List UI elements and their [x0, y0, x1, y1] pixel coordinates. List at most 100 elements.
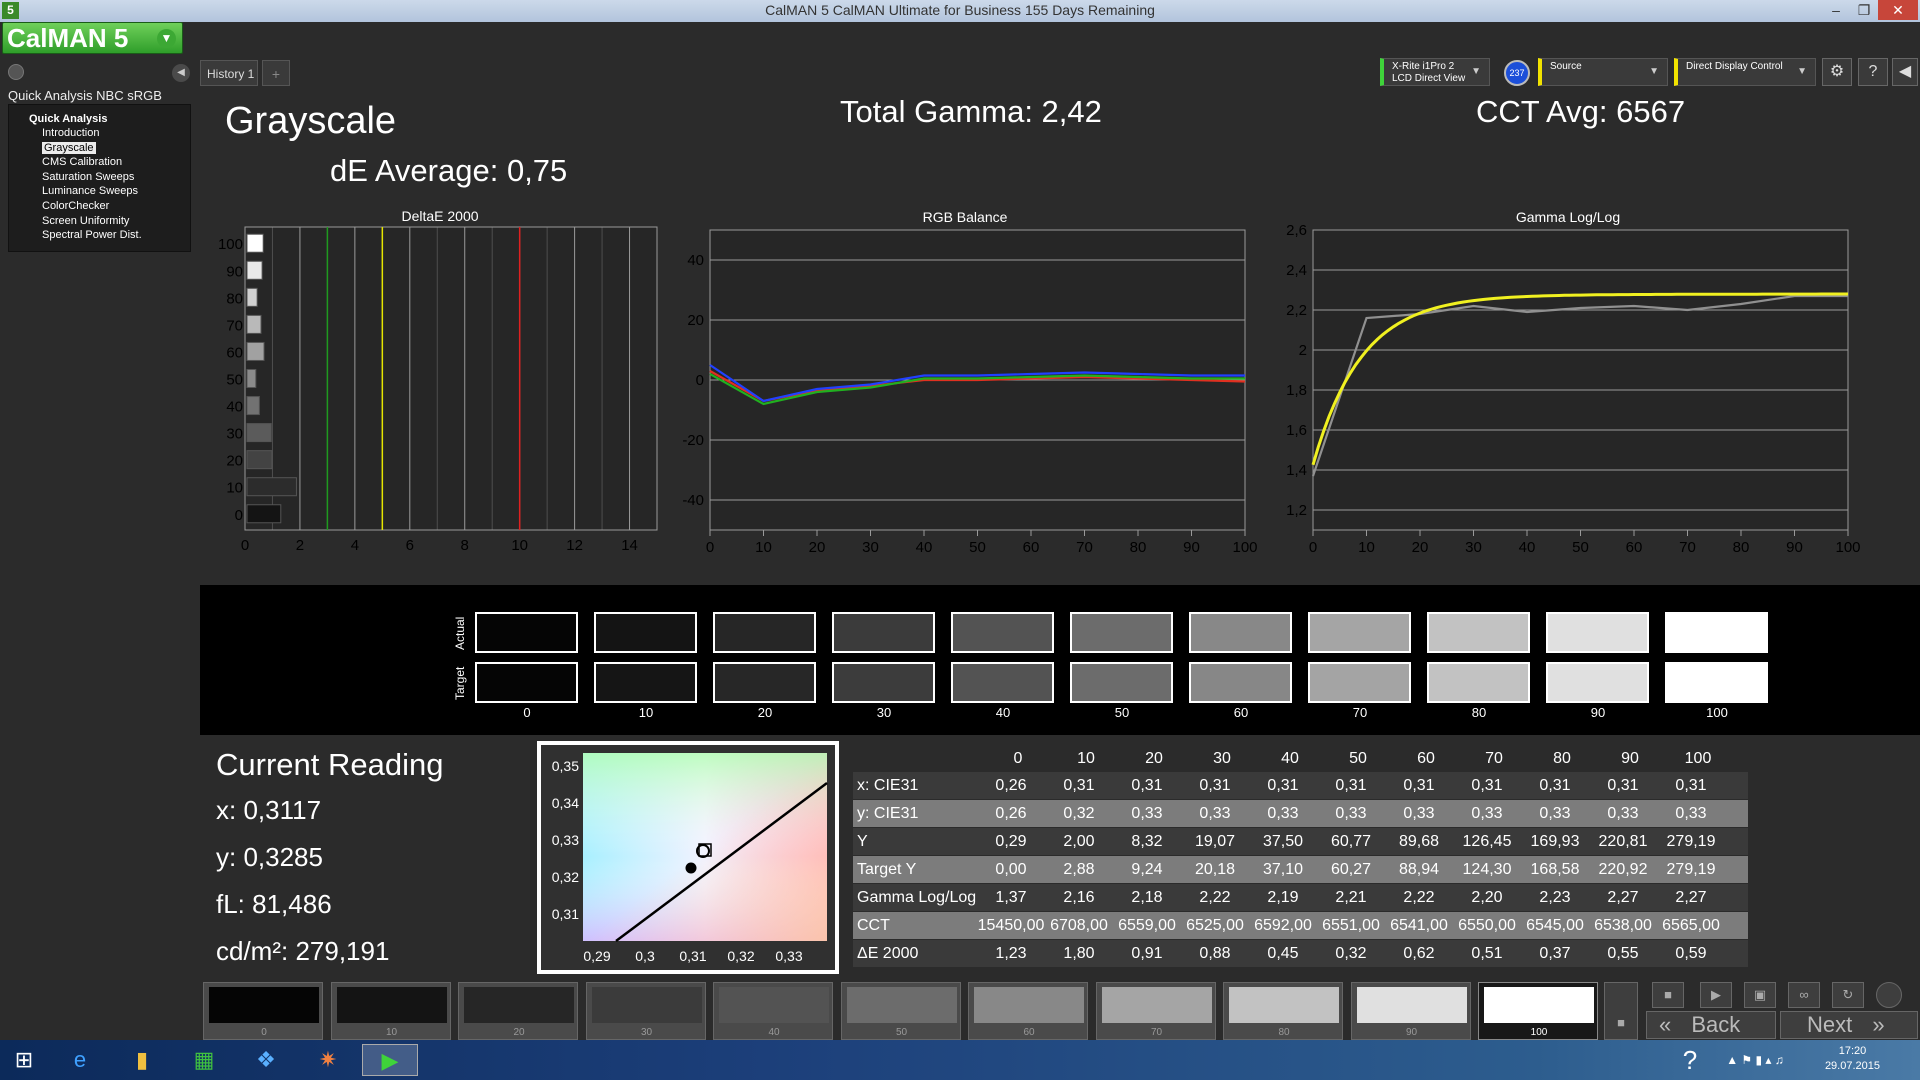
swatch-level-label: 20: [757, 705, 773, 720]
gamma-y-tick: 1,4: [1286, 462, 1307, 479]
taskbar-clock[interactable]: 17:20 29.07.2015: [1825, 1044, 1880, 1074]
calman-logo-menu[interactable]: CalMAN 5 ▼: [2, 22, 183, 54]
sidebar-item-saturation-sweeps[interactable]: Saturation Sweeps: [29, 170, 190, 185]
swatch-level-label: 50: [1114, 705, 1130, 720]
patch-button-70[interactable]: 70: [1095, 982, 1216, 1040]
sidebar-item-luminance-sweeps[interactable]: Luminance Sweeps: [29, 184, 190, 199]
windows-start-icon[interactable]: ⊞: [4, 1044, 44, 1076]
table-cell: 6565,00: [1662, 917, 1720, 934]
cie-x-tick: 0,3: [635, 948, 655, 964]
patch-color: [974, 987, 1084, 1023]
store-icon[interactable]: ▦: [184, 1044, 224, 1076]
patch-color: [719, 987, 829, 1023]
color-app-icon[interactable]: ✷: [308, 1044, 348, 1076]
source-selector[interactable]: Source ▼: [1538, 58, 1668, 86]
gamma-y-tick: 1,2: [1286, 502, 1307, 519]
cie-y-tick: 0,32: [552, 869, 579, 885]
target-swatch: [1308, 662, 1411, 703]
sidebar-item-introduction[interactable]: Introduction: [29, 126, 190, 141]
meter-selector[interactable]: X-Rite i1Pro 2 LCD Direct View ▼: [1380, 58, 1490, 86]
grayscale-swatch-band: Actual Target 0 10 20 30 40 50 60 70 80 90 100: [200, 585, 1920, 735]
collapse-sidebar-icon[interactable]: ◀: [172, 64, 190, 82]
rgb-x-tick: 0: [706, 539, 714, 556]
table-row: Gamma Log/Log 1,37 2,16 2,18 2,22 2,19 2,21 2,2…: [853, 884, 1748, 911]
patch-button-30[interactable]: 30: [585, 982, 706, 1040]
table-cell: 0,33: [1675, 805, 1707, 822]
internet-explorer-icon[interactable]: e: [60, 1044, 100, 1076]
rgb-x-tick: 10: [755, 539, 772, 556]
actual-row-label: Actual: [453, 616, 467, 650]
settings-gear-icon[interactable]: ⚙: [1822, 58, 1852, 86]
collapse-right-icon[interactable]: ◀: [1892, 58, 1918, 86]
patch-button-50[interactable]: 50: [840, 982, 961, 1040]
minimize-icon[interactable]: –: [1822, 0, 1850, 20]
windows-taskbar: ⊞ e ▮ ▦ ❖ ✷ ▶ ? ▲ ⚑ ▮ ▴ ♫ 17:20 29.07.20…: [0, 1040, 1920, 1080]
patch-button-80[interactable]: 80: [1223, 982, 1343, 1040]
next-button[interactable]: Next »: [1780, 1011, 1918, 1039]
gamma-y-tick: 2,6: [1286, 222, 1307, 239]
cie-y-tick: 0,35: [552, 758, 579, 774]
table-column-header: 100: [1684, 750, 1712, 767]
actual-swatch: [1189, 612, 1292, 653]
sidebar-item-cms-calibration[interactable]: CMS Calibration: [29, 155, 190, 170]
patch-button-10[interactable]: 10: [330, 982, 451, 1040]
patch-button-60[interactable]: 60: [968, 982, 1088, 1040]
patch-button-20[interactable]: 20: [458, 982, 578, 1040]
calman-taskbar-icon[interactable]: ▶: [362, 1044, 418, 1076]
system-tray-icons[interactable]: ▲ ⚑ ▮ ▴ ♫: [1705, 1044, 1805, 1076]
back-button[interactable]: « Back: [1646, 1011, 1776, 1039]
save-icon[interactable]: ▣: [1744, 982, 1776, 1008]
reading-title: Current Reading: [216, 747, 444, 782]
table-row-label: ΔE 2000: [857, 945, 919, 962]
patch-color: [1356, 987, 1467, 1023]
patch-label: 30: [640, 1027, 653, 1038]
tab-history-1[interactable]: History 1: [200, 60, 258, 86]
actual-swatch: [1427, 612, 1530, 653]
measure-stop-button[interactable]: ■: [1604, 982, 1638, 1040]
gamma-x-tick: 90: [1786, 539, 1803, 556]
cie-chromaticity-chart: 0,29 0,3 0,31 0,32 0,33 0,35 0,34 0,33 0,32 0,31: [537, 741, 839, 974]
table-column-header: 70: [1485, 750, 1503, 767]
play-icon[interactable]: ▶: [1700, 982, 1732, 1008]
record-icon[interactable]: [8, 64, 24, 80]
target-swatch: [1427, 662, 1530, 703]
patch-button-0[interactable]: 0: [203, 982, 323, 1040]
help-tray-icon[interactable]: ?: [1670, 1044, 1710, 1076]
refresh-icon[interactable]: ↻: [1832, 982, 1864, 1008]
deltae-x-tick: 12: [566, 537, 583, 554]
sidebar-item-label: Introduction: [42, 127, 100, 139]
tree-group-quick-analysis[interactable]: Quick Analysis: [29, 113, 190, 125]
patch-button-100[interactable]: 100: [1478, 982, 1598, 1040]
record-icon[interactable]: [1876, 982, 1902, 1008]
rgb-x-tick: 100: [1232, 539, 1257, 556]
reading-luminance: cd/m²: 279,191: [216, 936, 390, 966]
loop-icon[interactable]: ∞: [1788, 982, 1820, 1008]
help-icon[interactable]: ?: [1858, 58, 1888, 86]
patch-button-90[interactable]: 90: [1350, 982, 1471, 1040]
actual-swatch: [1546, 612, 1649, 653]
reading-y: y: 0,3285: [216, 842, 323, 872]
file-explorer-icon[interactable]: ▮: [122, 1044, 162, 1076]
dropbox-icon[interactable]: ❖: [246, 1044, 286, 1076]
sidebar-item-screen-uniformity[interactable]: Screen Uniformity: [29, 214, 190, 229]
gamma-x-tick: 0: [1309, 539, 1317, 556]
gamma-x-tick: 80: [1733, 539, 1750, 556]
actual-swatch: [1308, 612, 1411, 653]
sidebar-item-label: Saturation Sweeps: [42, 170, 135, 183]
restore-icon[interactable]: ❐: [1850, 0, 1878, 20]
deltae-x-tick: 8: [461, 537, 469, 554]
sidebar-item-spectral-power-dist[interactable]: Spectral Power Dist.: [29, 228, 190, 243]
stop-icon[interactable]: ■: [1652, 982, 1684, 1008]
deltae-bar: [246, 477, 297, 497]
close-icon[interactable]: ✕: [1878, 0, 1918, 20]
chevron-down-icon: ▼: [1649, 66, 1659, 77]
patch-button-40[interactable]: 40: [713, 982, 833, 1040]
sidebar-item-colorchecker[interactable]: ColorChecker: [29, 199, 190, 214]
display-selector[interactable]: Direct Display Control ▼: [1674, 58, 1816, 86]
actual-swatch: [1665, 612, 1768, 653]
add-tab-icon[interactable]: +: [262, 60, 290, 86]
sidebar-item-label: Luminance Sweeps: [42, 185, 139, 198]
deltae-bar: [246, 233, 264, 253]
table-cell: 0,59: [1675, 945, 1707, 962]
sidebar-item-grayscale[interactable]: Grayscale: [29, 141, 190, 156]
